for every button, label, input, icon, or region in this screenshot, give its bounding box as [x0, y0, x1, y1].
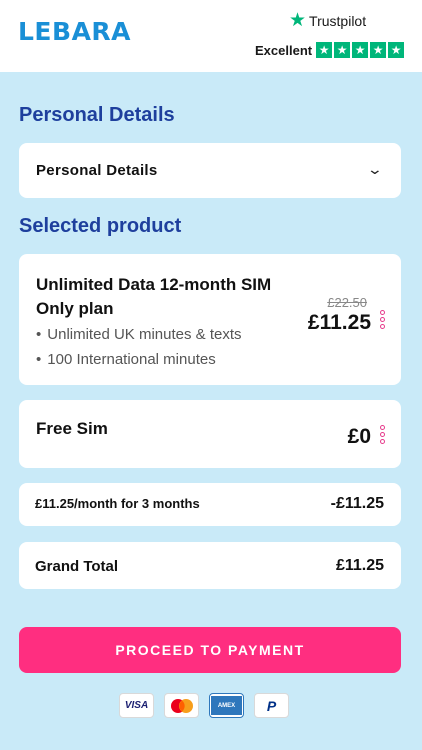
- trustpilot-brand[interactable]: ★ Trustpilot: [289, 11, 366, 30]
- grand-total-label: Grand Total: [35, 558, 119, 575]
- plan-feature: • Unlimited UK minutes & texts: [36, 322, 242, 347]
- trustpilot-rating[interactable]: Excellent ★ ★ ★ ★ ★: [255, 42, 405, 58]
- trustpilot-name: Trustpilot: [309, 12, 367, 29]
- sim-card: Free Sim £0: [19, 400, 401, 468]
- visa-icon: VISA: [119, 693, 154, 718]
- promotion-label: £11.25/month for 3 months: [35, 496, 200, 511]
- sim-price: £0: [347, 425, 371, 448]
- star-icon: ★: [352, 42, 369, 58]
- chevron-down-icon[interactable]: ⌄: [367, 161, 383, 178]
- more-options-icon[interactable]: [379, 425, 385, 444]
- personal-details-accordion[interactable]: Personal Details ⌄: [19, 143, 401, 198]
- plan-features: • Unlimited UK minutes & texts • 100 Inter…: [36, 322, 242, 372]
- grand-total-value: £11.25: [335, 557, 384, 574]
- lebara-logo[interactable]: LEBARA: [18, 17, 131, 46]
- selected-product-heading: Selected product: [19, 215, 182, 237]
- paypal-icon: P: [254, 693, 289, 718]
- plan-title: Unlimited Data 12-month SIM Only plan: [36, 275, 272, 318]
- plan-card: Unlimited Data 12-month SIM Only plan • U…: [19, 254, 401, 385]
- trustpilot-rating-label: Excellent: [255, 42, 313, 58]
- payment-methods: VISA AMEX P: [119, 693, 289, 718]
- star-icon: ★: [370, 42, 387, 58]
- trustpilot-star-icon: ★: [289, 10, 307, 31]
- personal-details-accordion-label: Personal Details: [36, 162, 158, 179]
- more-options-icon[interactable]: [379, 310, 385, 329]
- star-icon: ★: [388, 42, 405, 58]
- grand-total-row: Grand Total £11.25: [19, 542, 401, 589]
- bullet-icon: •: [36, 326, 42, 343]
- mastercard-icon: [164, 693, 199, 718]
- star-icon: ★: [334, 42, 351, 58]
- plan-feature-text: Unlimited UK minutes & texts: [47, 326, 242, 343]
- plan-feature: • 100 International minutes: [36, 347, 242, 372]
- proceed-to-payment-button[interactable]: PROCEED TO PAYMENT: [19, 627, 401, 673]
- trustpilot-stars: ★ ★ ★ ★ ★: [316, 42, 405, 58]
- site-header: LEBARA ★ Trustpilot Excellent ★ ★ ★ ★ ★: [0, 0, 422, 72]
- amex-icon: AMEX: [209, 693, 244, 718]
- plan-feature-text: 100 International minutes: [47, 351, 216, 368]
- plan-price: £11.25: [307, 311, 371, 334]
- star-icon: ★: [316, 42, 333, 58]
- plan-old-price: £22.50: [327, 295, 367, 310]
- promotion-row: £11.25/month for 3 months -£11.25: [19, 483, 401, 526]
- bullet-icon: •: [36, 351, 42, 368]
- promotion-value: -£11.25: [330, 495, 384, 512]
- personal-details-heading: Personal Details: [19, 104, 175, 126]
- sim-title: Free Sim: [36, 419, 108, 438]
